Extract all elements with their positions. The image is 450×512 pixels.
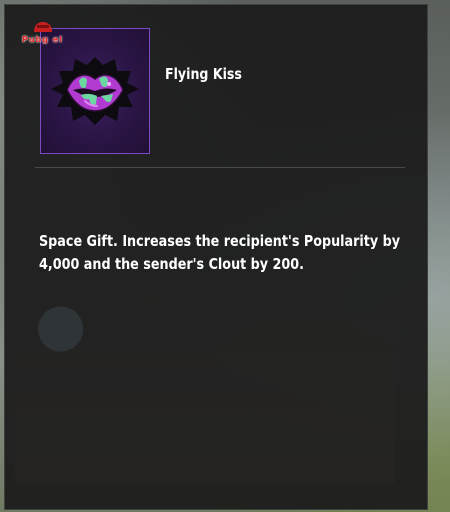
item-name: Flying Kiss bbox=[165, 65, 242, 83]
watermark-logo: Pubg el bbox=[17, 19, 67, 49]
item-detail-panel: Flying Kiss Space Gift. Increases the re… bbox=[4, 4, 428, 510]
divider bbox=[35, 167, 405, 168]
watermark-text: Pubg el bbox=[22, 35, 63, 44]
helmet-icon bbox=[34, 22, 52, 32]
panel-background-scenery bbox=[15, 285, 395, 485]
item-description: Space Gift. Increases the recipient's Po… bbox=[39, 232, 401, 273]
